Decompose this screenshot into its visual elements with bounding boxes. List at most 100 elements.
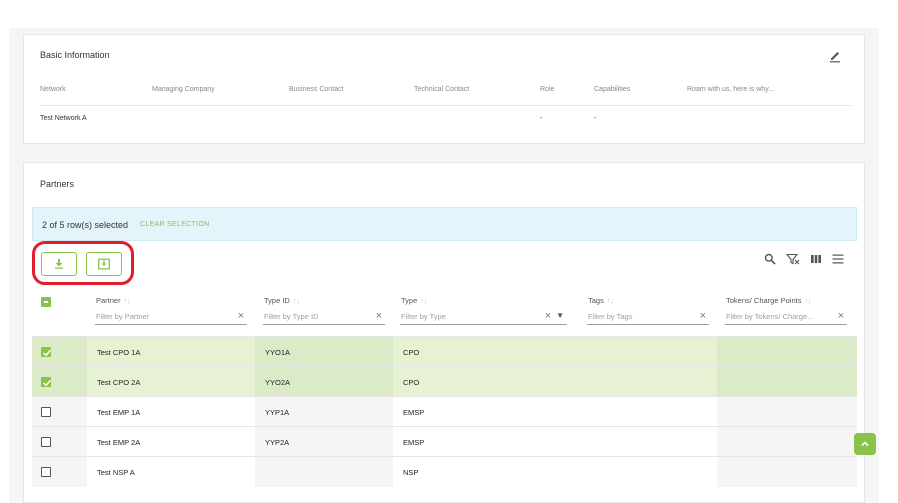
column-header: Role [540, 86, 555, 93]
sort-icon: ↑↓ [123, 298, 131, 305]
partner-filter-input[interactable]: Filter by Partner × [95, 308, 247, 325]
row-checkbox[interactable] [41, 437, 51, 447]
cell-type: NSP [403, 468, 419, 477]
cell-tokens [717, 397, 857, 427]
sort-icon: ↑↓ [420, 298, 428, 305]
row-checkbox-cell [32, 427, 87, 457]
search-icon[interactable] [764, 252, 778, 266]
cell-type: CPO [393, 337, 579, 367]
filter-placeholder: Filter by Type [401, 312, 446, 321]
selection-count: 2 of 5 row(s) selected [42, 220, 129, 230]
role-value: - [540, 115, 543, 122]
filter-placeholder: Filter by Type ID [264, 312, 319, 321]
filter-placeholder: Filter by Partner [96, 312, 150, 321]
column-header: Roam with us, here is why... [687, 86, 775, 93]
filter-placeholder: Filter by Tokens/ Charge... [726, 312, 814, 321]
column-header-type-id[interactable]: Type ID ↑↓ [264, 296, 300, 305]
cell-type: EMSP [403, 408, 425, 417]
row-checkbox[interactable] [41, 377, 52, 387]
tokens-filter-input[interactable]: Filter by Tokens/ Charge... × [725, 308, 847, 325]
column-header-tags[interactable]: Tags ↑↓ [588, 296, 614, 305]
cell-tokens [717, 457, 857, 487]
close-icon[interactable]: × [838, 310, 844, 322]
cell-partner: Test EMP 1A [97, 408, 141, 417]
cell-tokens [717, 427, 857, 457]
row-checkbox[interactable] [41, 347, 52, 357]
column-header: Business Contact [289, 86, 344, 93]
cell-type-id: YYO2A [255, 367, 393, 397]
table-row[interactable]: Test CPO 1A YYO1A CPO [32, 336, 857, 367]
basic-information-card: Basic Information Network Managing Compa… [23, 34, 865, 144]
column-title: Partner [96, 296, 121, 305]
column-title: Tags [588, 296, 604, 305]
view-column-icon[interactable] [810, 252, 824, 266]
column-title: Type [401, 296, 418, 305]
row-checkbox-cell [32, 397, 87, 427]
cell-tokens [717, 367, 857, 397]
scroll-to-top-button[interactable] [854, 433, 876, 455]
cell-tags [579, 337, 717, 367]
export-button[interactable] [86, 252, 122, 276]
cell-partner: Test NSP A [97, 468, 135, 477]
menu-icon[interactable] [832, 252, 846, 266]
grid-header: Partner ↑↓ Filter by Partner × Type ID ↑↓ F… [32, 288, 857, 336]
partners-card: Partners 2 of 5 row(s) selected CLEAR SE… [23, 162, 865, 503]
sort-icon: ↑↓ [804, 298, 812, 305]
close-icon[interactable]: × [376, 310, 382, 322]
chevron-down-icon[interactable]: ▼ [556, 311, 564, 320]
row-checkbox-cell [32, 337, 87, 367]
tags-filter-input[interactable]: Filter by Tags × [587, 308, 709, 325]
table-row[interactable]: Test NSP A NSP [32, 456, 857, 487]
cell-type: EMSP [403, 438, 425, 447]
pencil-icon[interactable] [828, 49, 842, 63]
sort-icon: ↑↓ [292, 298, 300, 305]
network-value: Test Network A [40, 115, 87, 122]
sort-icon: ↑↓ [606, 298, 614, 305]
cell-type-id [255, 457, 393, 487]
column-title: Tokens/ Charge Points [726, 296, 802, 305]
cell-tags [579, 367, 717, 397]
selection-bar: 2 of 5 row(s) selected CLEAR SELECTION [32, 207, 857, 241]
close-icon[interactable]: × [700, 310, 706, 322]
cell-type-id: YYP1A [255, 397, 393, 427]
cell-partner: Test CPO 2A [87, 367, 255, 397]
cell-tags [579, 397, 717, 427]
cell-partner: Test CPO 1A [87, 337, 255, 367]
clear-selection-link[interactable]: CLEAR SELECTION [140, 221, 209, 228]
column-header: Capabilities [594, 86, 631, 93]
cell-type-id: YYP2A [255, 427, 393, 457]
capabilities-value: - [594, 115, 597, 122]
type-filter-select[interactable]: Filter by Type × ▼ [400, 308, 567, 325]
table-row[interactable]: Test CPO 2A YYO2A CPO [32, 366, 857, 397]
filter-placeholder: Filter by Tags [588, 312, 633, 321]
column-header-tokens[interactable]: Tokens/ Charge Points ↑↓ [726, 296, 811, 305]
column-header-type[interactable]: Type ↑↓ [401, 296, 427, 305]
card-title: Basic Information [40, 50, 110, 60]
download-button[interactable] [41, 252, 77, 276]
basic-info-header: Network Managing Company Business Contac… [40, 86, 852, 106]
grid-tools [764, 252, 854, 266]
row-checkbox-cell [32, 367, 87, 397]
row-checkbox-cell [32, 457, 87, 487]
column-header: Managing Company [152, 86, 215, 93]
type-id-filter-input[interactable]: Filter by Type ID × [263, 308, 385, 325]
column-header-partner[interactable]: Partner ↑↓ [96, 296, 131, 305]
cell-partner: Test EMP 2A [97, 438, 141, 447]
select-all-checkbox[interactable] [41, 297, 51, 307]
card-title: Partners [40, 179, 75, 189]
close-icon[interactable]: × [545, 310, 551, 322]
row-checkbox[interactable] [41, 407, 51, 417]
column-title: Type ID [264, 296, 290, 305]
column-header: Technical Contact [414, 86, 470, 93]
row-checkbox[interactable] [41, 467, 51, 477]
column-header: Network [40, 86, 66, 93]
cell-tags [579, 427, 717, 457]
cell-type: CPO [393, 367, 579, 397]
table-row[interactable]: Test EMP 1A YYP1A EMSP [32, 396, 857, 427]
clear-filter-icon[interactable] [785, 252, 800, 266]
close-icon[interactable]: × [238, 310, 244, 322]
basic-info-row: Test Network A - - [40, 115, 852, 129]
cell-tokens [717, 337, 857, 367]
table-row[interactable]: Test EMP 2A YYP2A EMSP [32, 426, 857, 457]
cell-type-id: YYO1A [255, 337, 393, 367]
